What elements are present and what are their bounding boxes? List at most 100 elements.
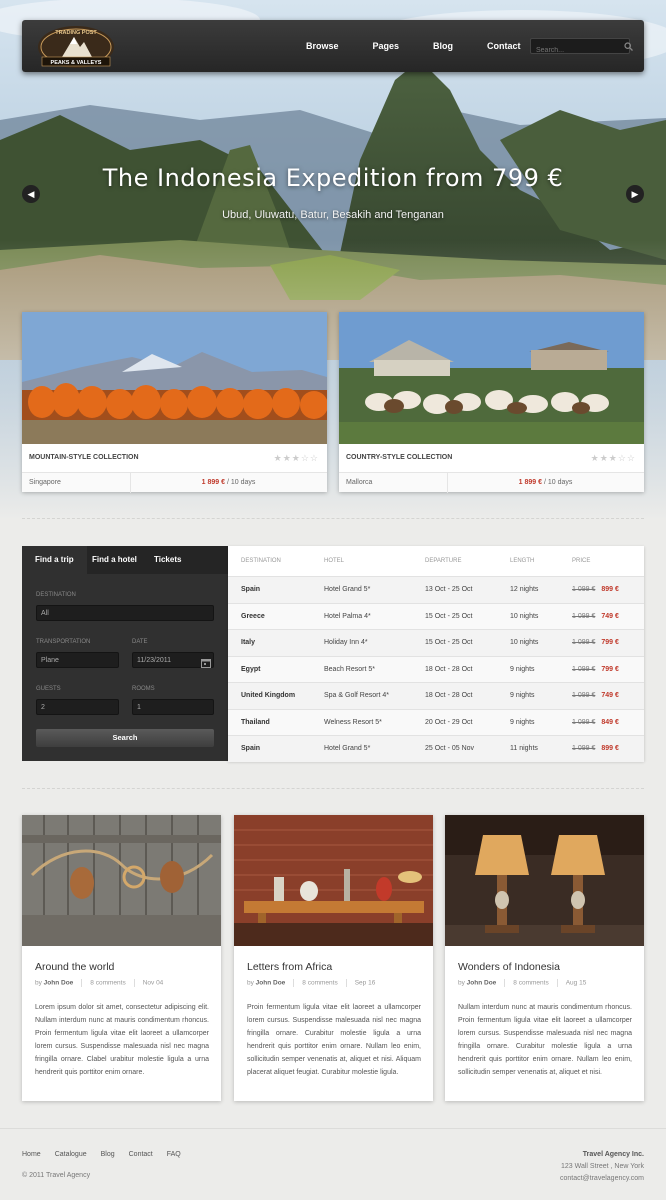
section-divider — [22, 518, 644, 519]
post-comments[interactable]: 8 comments — [513, 980, 548, 987]
featured-card-mountain[interactable]: MOUNTAIN-STYLE COLLECTION ★★★☆☆ Singapor… — [22, 312, 327, 493]
post-author[interactable]: John Doe — [44, 980, 74, 987]
table-row[interactable]: Italy Holiday Inn 4* 15 Oct - 25 Oct 10 nig… — [228, 629, 644, 656]
cell-departure: 18 Oct - 28 Oct — [425, 665, 473, 673]
company-name: Travel Agency Inc. — [582, 1151, 644, 1158]
nav-contact[interactable]: Contact — [487, 41, 521, 51]
column-header[interactable]: PRICE — [572, 558, 590, 564]
featured-image-mountain[interactable] — [22, 312, 327, 444]
destination-select[interactable]: All — [36, 605, 214, 621]
column-header[interactable]: DESTINATION — [241, 558, 281, 564]
cell-hotel: Spa & Golf Resort 4* — [324, 692, 389, 699]
guests-select[interactable]: 2 — [36, 699, 119, 715]
cell-destination: Thailand — [241, 718, 270, 726]
post-author[interactable]: John Doe — [467, 980, 497, 987]
post-author[interactable]: John Doe — [256, 980, 286, 987]
featured-location: Singapore — [29, 479, 61, 486]
rooms-select[interactable]: 1 — [132, 699, 214, 715]
post-author-prefix: by — [247, 979, 256, 987]
featured-title[interactable]: COUNTRY-STYLE COLLECTION — [346, 454, 452, 461]
divider — [133, 979, 135, 987]
table-row[interactable]: Spain Hotel Grand 5* 13 Oct - 25 Oct 12 nig… — [228, 576, 644, 603]
logo[interactable]: TRADING POST PEAKS & VALLEYS — [36, 23, 116, 69]
cell-departure: 13 Oct - 25 Oct — [425, 586, 473, 593]
footer-link-faq[interactable]: FAQ — [167, 1151, 181, 1158]
table-row[interactable]: United Kingdom Spa & Golf Resort 4* 18 Oct… — [228, 682, 644, 709]
cell-length: 9 nights — [510, 665, 535, 673]
cell-price: 1 099 € 749 € — [572, 692, 619, 699]
divider — [345, 979, 347, 987]
post-image[interactable] — [234, 815, 433, 946]
footer-link-catalogue[interactable]: Catalogue — [55, 1151, 87, 1158]
post-image[interactable] — [22, 815, 221, 946]
sale-price: 799 € — [601, 639, 619, 646]
contact-email[interactable]: contact@travelagency.com — [560, 1173, 644, 1185]
old-price: 1 099 € — [572, 639, 596, 646]
transportation-label: TRANSPORTATION — [36, 639, 91, 645]
featured-title[interactable]: MOUNTAIN-STYLE COLLECTION — [29, 454, 139, 461]
cell-length: 12 nights — [510, 586, 539, 593]
cell-destination: Italy — [241, 639, 256, 646]
featured-image-country[interactable] — [339, 312, 644, 444]
logo-top-text: TRADING POST — [55, 30, 97, 36]
street-address: 123 Wall Street , New York — [560, 1163, 644, 1170]
cell-hotel: Welness Resort 5* — [324, 718, 382, 726]
post-image[interactable] — [445, 815, 644, 946]
sale-price: 899 € — [601, 745, 619, 752]
column-header[interactable]: DEPARTURE — [425, 558, 461, 564]
search-input[interactable] — [531, 44, 611, 57]
slider-next-arrow-icon[interactable]: ▶ — [626, 185, 644, 203]
table-row[interactable]: Spain Hotel Grand 5* 25 Oct - 05 Nov 11 nig… — [228, 735, 644, 762]
cell-price: 1 099 € 799 € — [572, 639, 619, 646]
cell-hotel: Hotel Grand 5* — [324, 586, 371, 593]
featured-card-country[interactable]: COUNTRY-STYLE COLLECTION ★★★☆☆ Mallorca … — [339, 312, 644, 493]
footer-link-home[interactable]: Home — [22, 1151, 41, 1158]
table-row[interactable]: Egypt Beach Resort 5* 18 Oct - 28 Oct 9 nig… — [228, 655, 644, 682]
featured-duration: / 10 days — [225, 479, 256, 486]
table-header: DESTINATION HOTEL DEPARTURE LENGTH PRICE — [228, 546, 644, 576]
divider — [556, 979, 558, 987]
cell-departure: 15 Oct - 25 Oct — [425, 612, 473, 620]
table-row[interactable]: Greece Hotel Palma 4* 15 Oct - 25 Oct 10 ni… — [228, 602, 644, 629]
rating-stars-icon: ★★★☆☆ — [590, 453, 636, 463]
divider — [293, 979, 295, 987]
transportation-select[interactable]: Plane — [36, 652, 119, 668]
featured-price-line: 1 899 € / 10 days — [447, 479, 644, 486]
hero-subtitle: Ubud, Uluwatu, Batur, Besakih and Tengan… — [222, 209, 444, 221]
post-title[interactable]: Wonders of Indonesia — [458, 961, 560, 973]
cell-length: 9 nights — [510, 718, 535, 726]
post-excerpt: Nullam interdum nunc at mauris condiment… — [458, 1004, 632, 1076]
date-label: DATE — [132, 639, 148, 645]
nav-pages[interactable]: Pages — [373, 41, 400, 51]
company-address: Travel Agency Inc. 123 Wall Street , New… — [560, 1149, 644, 1185]
post-author-prefix: by — [458, 979, 467, 987]
post-comments[interactable]: 8 comments — [302, 980, 337, 987]
column-header[interactable]: LENGTH — [510, 558, 534, 564]
search-button[interactable]: Search — [36, 729, 214, 747]
nav-browse[interactable]: Browse — [306, 41, 339, 51]
cell-destination: Spain — [241, 745, 261, 752]
search-box — [530, 38, 633, 57]
rating-stars-icon: ★★★☆☆ — [273, 453, 319, 463]
tab-tickets[interactable]: Tickets — [154, 546, 181, 574]
tab-find-a-hotel[interactable]: Find a hotel — [92, 546, 137, 574]
calendar-icon[interactable] — [201, 655, 211, 673]
footer-link-blog[interactable]: Blog — [101, 1151, 115, 1158]
tab-find-a-trip[interactable]: Find a trip — [22, 546, 87, 574]
nav-blog[interactable]: Blog — [433, 41, 453, 51]
featured-price: 1 899 € — [518, 479, 542, 486]
footer-link-contact[interactable]: Contact — [129, 1151, 153, 1158]
column-header[interactable]: HOTEL — [324, 558, 344, 564]
post-comments[interactable]: 8 comments — [90, 980, 125, 987]
slider-prev-arrow-icon[interactable]: ◀ — [22, 185, 40, 203]
table-row[interactable]: Thailand Welness Resort 5* 20 Oct - 29 Oct… — [228, 708, 644, 735]
logo-bottom-text: PEAKS & VALLEYS — [51, 60, 102, 66]
divider — [504, 979, 506, 987]
post-title[interactable]: Around the world — [35, 961, 114, 973]
featured-location: Mallorca — [346, 479, 373, 486]
guests-label: GUESTS — [36, 686, 61, 692]
destination-label: DESTINATION — [36, 592, 76, 598]
post-author-prefix: by — [35, 979, 44, 987]
post-title[interactable]: Letters from Africa — [247, 961, 332, 973]
cell-destination: Spain — [241, 586, 261, 593]
